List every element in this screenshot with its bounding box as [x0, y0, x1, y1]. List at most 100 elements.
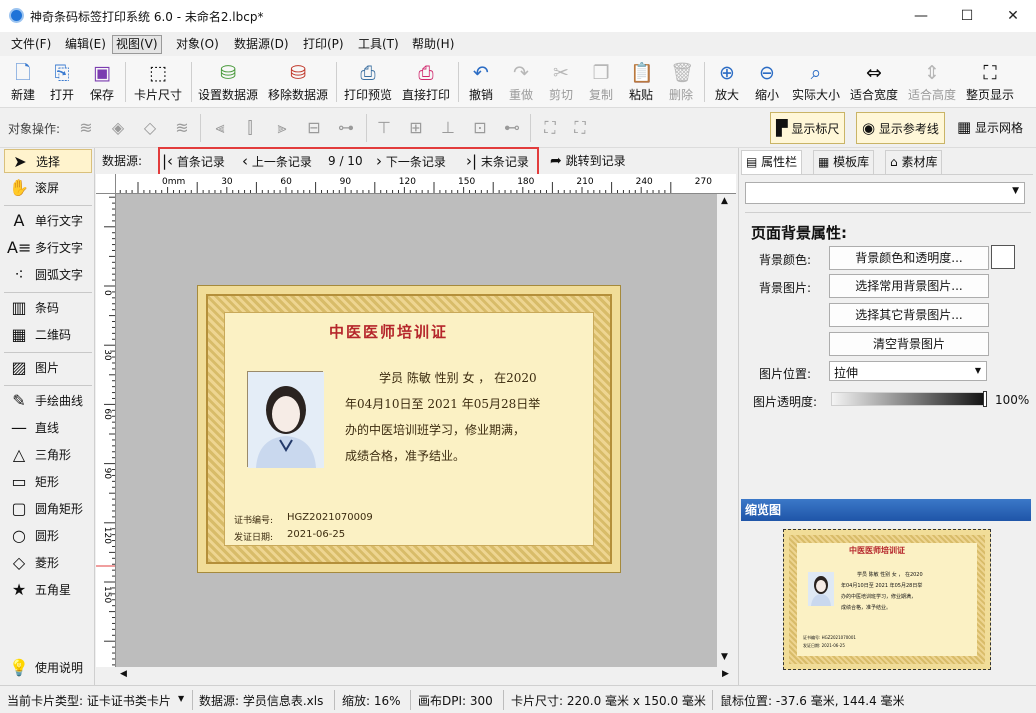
menu-datasource[interactable]: 数据源(D) — [231, 35, 292, 54]
img-position-select[interactable]: 拉伸 ▼ — [829, 361, 987, 381]
object-selector-dropdown[interactable]: ▼ — [745, 182, 1025, 204]
align-right-icon[interactable]: ⫸ — [272, 118, 292, 138]
tab-materials[interactable]: ⌂ 素材库 — [885, 150, 943, 174]
show-ruler-toggle[interactable]: ▛ 显示标尺 — [770, 112, 846, 144]
ruler-label: 120 — [102, 527, 112, 544]
card-line-2[interactable]: 年04月10日至 2021 年05月28日举 — [345, 395, 540, 412]
design-canvas[interactable]: 中医医师培训证 学员 陈敏 性别 女 ， 在2020 年04月10日至 2021… — [116, 194, 734, 667]
new-button[interactable]: 🗋 新建 — [6, 56, 40, 108]
tab-templates[interactable]: ▦ 模板库 — [813, 150, 875, 174]
undo-button[interactable]: ↶ 撤销 — [464, 56, 498, 108]
layer-bottom-icon[interactable]: ≋ — [172, 118, 192, 138]
opacity-slider-handle[interactable] — [983, 391, 987, 407]
tool-round-rect[interactable]: ▢ 圆角矩形 — [4, 497, 92, 521]
horizontal-scrollbar[interactable]: ◀ ▶ — [116, 667, 736, 684]
group-icon[interactable]: ⛶ — [540, 118, 560, 138]
menu-edit[interactable]: 编辑(E) — [62, 35, 109, 54]
scroll-right-icon[interactable]: ▶ — [722, 669, 729, 679]
certificate-card[interactable]: 中医医师培训证 学员 陈敏 性别 女 ， 在2020 年04月10日至 2021… — [197, 285, 621, 573]
layer-up-icon[interactable]: ◈ — [108, 118, 128, 138]
menu-view[interactable]: 视图(V) — [112, 35, 162, 54]
student-photo[interactable] — [247, 371, 324, 468]
bg-clear-image-button[interactable]: 清空背景图片 — [829, 332, 989, 356]
tool-line[interactable]: — 直线 — [4, 416, 92, 440]
menu-file[interactable]: 文件(F) — [8, 35, 54, 54]
card-line-3[interactable]: 办的中医培训班学习，修业期满， — [345, 421, 525, 438]
card-line-1[interactable]: 学员 陈敏 性别 女 ， 在2020 — [379, 369, 537, 386]
save-button[interactable]: ▣ 保存 — [85, 56, 119, 108]
align-middle-icon[interactable]: ⊞ — [406, 118, 426, 138]
align-top-icon[interactable]: ⊤ — [374, 118, 394, 138]
tool-freehand[interactable]: ✎ 手绘曲线 — [4, 389, 92, 413]
fit-height-button[interactable]: ⇕ 适合高度 — [906, 56, 958, 108]
layer-down-icon[interactable]: ◇ — [140, 118, 160, 138]
open-button[interactable]: ⎘ 打开 — [45, 56, 79, 108]
delete-button[interactable]: 🗑 删除 — [664, 56, 698, 108]
menu-object[interactable]: 对象(O) — [173, 35, 222, 54]
menu-print[interactable]: 打印(P) — [300, 35, 347, 54]
cut-button[interactable]: ✂ 剪切 — [544, 56, 578, 108]
distribute-v-icon[interactable]: ⊷ — [502, 118, 522, 138]
show-grid-toggle[interactable]: ▦ 显示网格 — [952, 112, 1028, 144]
tool-triangle[interactable]: △ 三角形 — [4, 443, 92, 467]
align-left-icon[interactable]: ⫷ — [210, 118, 230, 138]
bg-other-image-button[interactable]: 选择其它背景图片... — [829, 303, 989, 327]
actual-size-button[interactable]: ⌕ 实际大小 — [790, 56, 842, 108]
zoom-out-button[interactable]: ⊖ 缩小 — [750, 56, 784, 108]
layer-top-icon[interactable]: ≋ — [76, 118, 96, 138]
set-datasource-button[interactable]: ⛁ 设置数据源 — [196, 56, 260, 108]
card-size-button[interactable]: ⬚ 卡片尺寸 — [131, 56, 185, 108]
show-guides-toggle[interactable]: ◉ 显示参考线 — [856, 112, 945, 144]
tool-arc-text[interactable]: ⁖ 圆弧文字 — [4, 263, 92, 287]
cert-no[interactable]: HGZ2021070009 — [287, 512, 373, 523]
scroll-down-icon[interactable]: ▼ — [721, 652, 728, 662]
card-line-4[interactable]: 成绩合格，准予结业。 — [345, 447, 465, 464]
card-title[interactable]: 中医医师培训证 — [329, 321, 448, 342]
same-width-icon[interactable]: ⊟ — [304, 118, 324, 138]
help-button[interactable]: 💡 使用说明 — [4, 656, 92, 680]
copy-button[interactable]: ❐ 复制 — [584, 56, 618, 108]
tool-circle[interactable]: ○ 圆形 — [4, 524, 92, 548]
tool-select[interactable]: ➤ 选择 — [4, 149, 92, 173]
minimize-button[interactable]: — — [898, 0, 944, 32]
bg-color-button[interactable]: 背景颜色和透明度... — [829, 246, 989, 270]
direct-print-button[interactable]: ⎙ 直接打印 — [400, 56, 452, 108]
bg-color-swatch[interactable] — [991, 245, 1015, 269]
scroll-up-icon[interactable]: ▲ — [721, 196, 728, 206]
tool-scroll[interactable]: ✋ 滚屏 — [4, 176, 92, 200]
chevron-down-icon[interactable]: ▼ — [178, 694, 184, 703]
tool-rect[interactable]: ▭ 矩形 — [4, 470, 92, 494]
menu-help[interactable]: 帮助(H) — [409, 35, 457, 54]
tool-qrcode[interactable]: ▦ 二维码 — [4, 323, 92, 347]
tool-multi-text[interactable]: A≡ 多行文字 — [4, 236, 92, 260]
remove-datasource-button[interactable]: ⛁ 移除数据源 — [266, 56, 330, 108]
goto-record-button[interactable]: ➦ 跳转到记录 — [550, 152, 626, 170]
tab-properties[interactable]: ▤ 属性栏 — [741, 150, 803, 174]
vertical-scrollbar[interactable]: ▲ ▼ — [717, 194, 734, 667]
bg-common-image-button[interactable]: 选择常用背景图片... — [829, 274, 989, 298]
tool-barcode[interactable]: ▥ 条码 — [4, 296, 92, 320]
fit-page-button[interactable]: ⛶ 整页显示 — [964, 56, 1016, 108]
tool-single-text[interactable]: A 单行文字 — [4, 209, 92, 233]
print-preview-button[interactable]: ⎙ 打印预览 — [342, 56, 394, 108]
issue-date[interactable]: 2021-06-25 — [287, 529, 345, 540]
paste-button[interactable]: 📋 粘贴 — [624, 56, 658, 108]
align-bottom-icon[interactable]: ⊥ — [438, 118, 458, 138]
align-center-icon[interactable]: ⫿ — [240, 118, 260, 138]
tool-diamond[interactable]: ◇ 菱形 — [4, 551, 92, 575]
same-height-icon[interactable]: ⊡ — [470, 118, 490, 138]
scroll-left-icon[interactable]: ◀ — [120, 669, 127, 679]
maximize-button[interactable]: ☐ — [944, 0, 990, 32]
tool-image[interactable]: ▨ 图片 — [4, 356, 92, 380]
opacity-slider[interactable] — [831, 391, 987, 407]
zoom-in-button[interactable]: ⊕ 放大 — [710, 56, 744, 108]
status-dpi: 画布DPI: 300 — [418, 694, 493, 708]
redo-button[interactable]: ↷ 重做 — [504, 56, 538, 108]
distribute-h-icon[interactable]: ⊶ — [336, 118, 356, 138]
tool-star[interactable]: ★ 五角星 — [4, 578, 92, 602]
ungroup-icon[interactable]: ⛶ — [570, 118, 590, 138]
menu-tools[interactable]: 工具(T) — [355, 35, 402, 54]
preview-card[interactable]: 中医医师培训证 学员 陈敏 性别 女 ， 在2020 年04月10日至 2021… — [783, 529, 991, 670]
close-button[interactable]: ✕ — [990, 0, 1036, 32]
fit-width-button[interactable]: ⇔ 适合宽度 — [848, 56, 900, 108]
